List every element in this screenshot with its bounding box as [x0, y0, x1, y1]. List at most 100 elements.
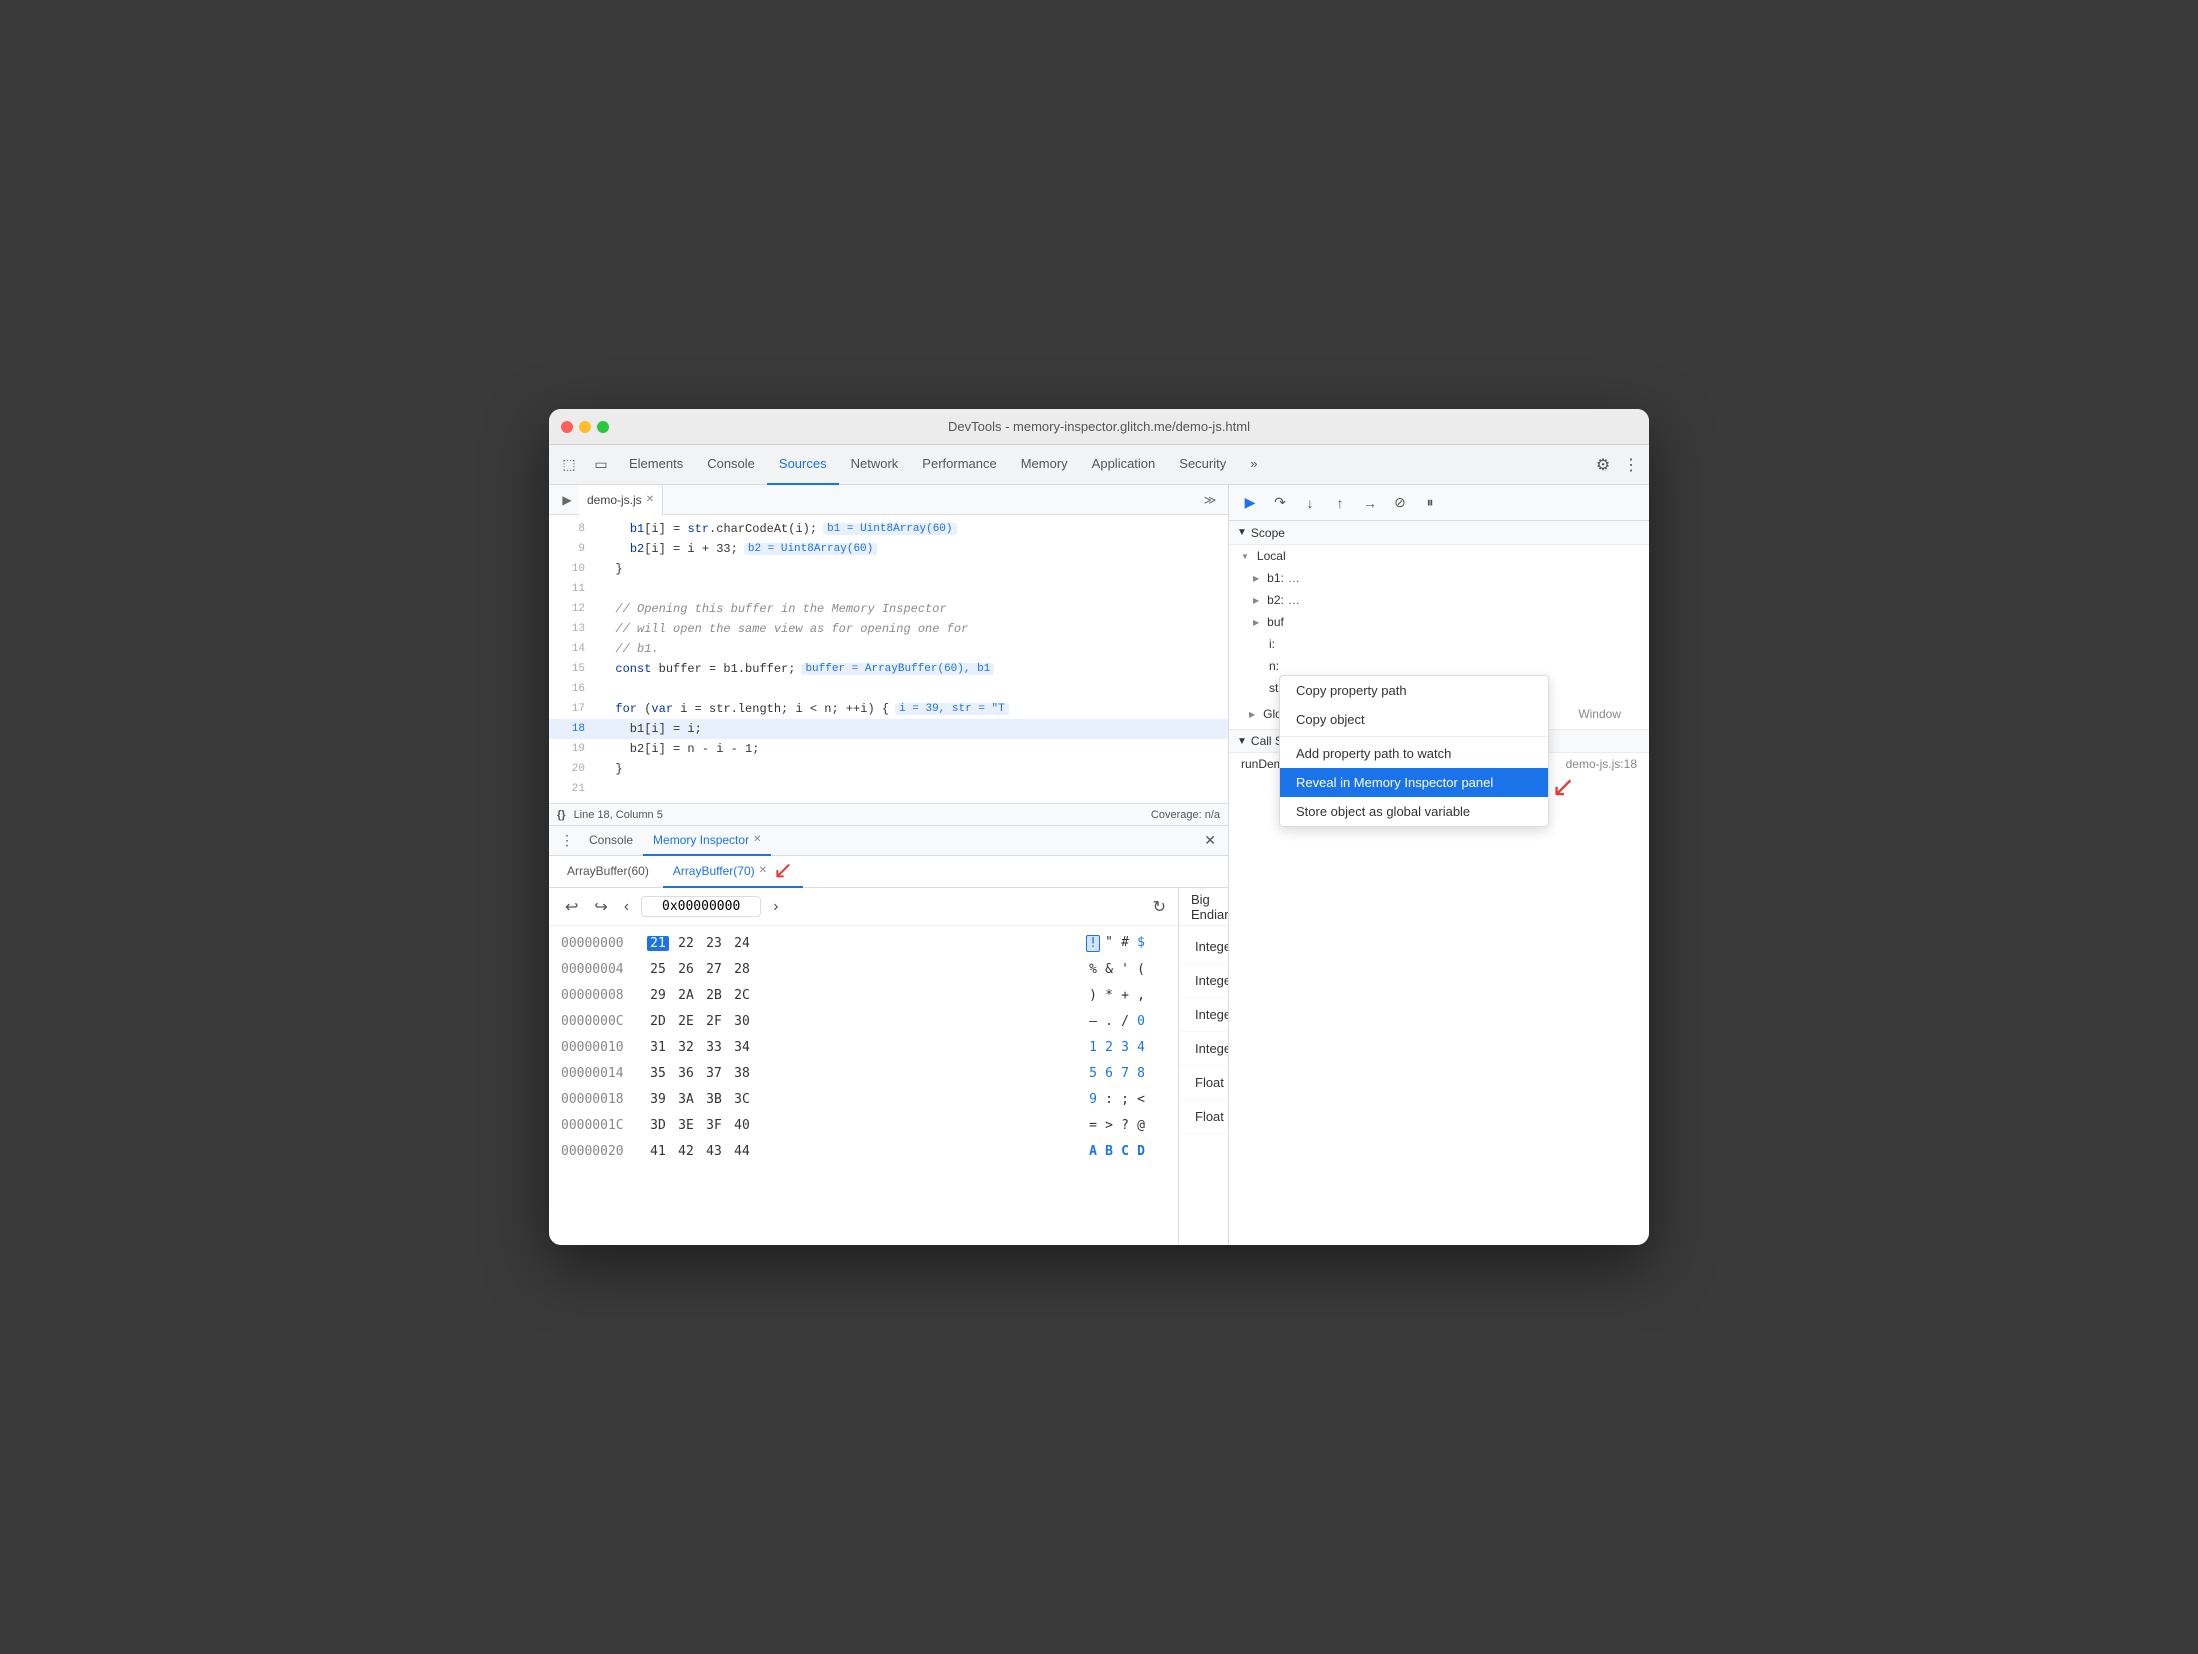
hex-byte-53[interactable]: 38: [731, 1066, 753, 1081]
close-button[interactable]: [561, 421, 573, 433]
hex-byte-10[interactable]: 25: [647, 962, 669, 977]
file-tab-demo-js[interactable]: demo-js.js ✕: [579, 485, 663, 515]
scope-header[interactable]: ▼ Scope: [1229, 521, 1649, 545]
hex-byte-33[interactable]: 30: [731, 1014, 753, 1029]
hex-byte-31[interactable]: 2E: [675, 1014, 697, 1029]
hex-byte-21[interactable]: 2A: [675, 988, 697, 1003]
scope-item-b2[interactable]: ▶ b2: …: [1229, 589, 1649, 611]
ctx-reveal-memory-inspector[interactable]: Reveal in Memory Inspector panel: [1280, 768, 1548, 797]
hex-byte-02[interactable]: 23: [703, 936, 725, 951]
pause-on-exceptions-icon[interactable]: ⏸: [1417, 490, 1443, 516]
hex-address-input[interactable]: [641, 896, 761, 917]
hex-chars-2: ) * + ,: [1086, 988, 1166, 1003]
step-over-icon[interactable]: ↷: [1267, 490, 1293, 516]
deactivate-breakpoints-icon[interactable]: ⊘: [1387, 490, 1413, 516]
hex-byte-23[interactable]: 2C: [731, 988, 753, 1003]
hex-byte-30[interactable]: 2D: [647, 1014, 669, 1029]
buffer-tab-1[interactable]: ArrayBuffer(70) ✕ ↙: [663, 856, 803, 888]
hex-back-icon[interactable]: ↩: [561, 895, 582, 919]
tab-memory-inspector[interactable]: Memory Inspector ✕: [643, 826, 771, 856]
file-tab-close-icon[interactable]: ✕: [646, 494, 654, 505]
hex-byte-11[interactable]: 26: [675, 962, 697, 977]
hex-byte-00[interactable]: 21: [647, 936, 669, 951]
hex-byte-22[interactable]: 2B: [703, 988, 725, 1003]
hex-byte-50[interactable]: 35: [647, 1066, 669, 1081]
hex-forward-icon[interactable]: ↪: [590, 895, 611, 919]
hex-addr-1: 00000004: [561, 962, 641, 977]
hex-byte-73[interactable]: 40: [731, 1118, 753, 1133]
scope-local-header[interactable]: ▼ Local: [1229, 545, 1649, 567]
hex-byte-32[interactable]: 2F: [703, 1014, 725, 1029]
hex-byte-52[interactable]: 37: [703, 1066, 725, 1081]
code-lines: 8 b1[i] = str.charCodeAt(i); b1 = Uint8A…: [549, 515, 1228, 803]
hex-byte-72[interactable]: 3F: [703, 1118, 725, 1133]
hex-byte-41[interactable]: 32: [675, 1040, 697, 1055]
hex-byte-60[interactable]: 39: [647, 1092, 669, 1107]
tab-performance[interactable]: Performance: [910, 445, 1008, 485]
hex-byte-13[interactable]: 28: [731, 962, 753, 977]
scope-item-buf[interactable]: ▶ buf: [1229, 611, 1649, 633]
step-out-icon[interactable]: ↑: [1327, 490, 1353, 516]
scope-item-i: i:: [1229, 633, 1649, 655]
hex-refresh-icon[interactable]: ↻: [1153, 897, 1166, 917]
maximize-button[interactable]: [597, 421, 609, 433]
tab-security[interactable]: Security: [1167, 445, 1238, 485]
hex-byte-61[interactable]: 3A: [675, 1092, 697, 1107]
hex-byte-62[interactable]: 3B: [703, 1092, 725, 1107]
hex-byte-03[interactable]: 24: [731, 936, 753, 951]
buffer-tab-close-icon[interactable]: ✕: [759, 865, 767, 876]
hex-byte-70[interactable]: 3D: [647, 1118, 669, 1133]
hex-byte-71[interactable]: 3E: [675, 1118, 697, 1133]
file-tree-icon[interactable]: ▶: [555, 488, 579, 512]
memory-inspector-tab-close-icon[interactable]: ✕: [753, 834, 761, 845]
tab-elements[interactable]: Elements: [617, 445, 695, 485]
hex-byte-80[interactable]: 41: [647, 1144, 669, 1159]
di-row-int8: Integer 8-bit dec ▾ 33: [1179, 930, 1228, 964]
hex-char-00: !: [1086, 935, 1100, 952]
step-icon[interactable]: →: [1357, 490, 1383, 516]
more-options-icon[interactable]: ⋮: [1617, 451, 1645, 479]
tab-more[interactable]: »: [1238, 445, 1269, 485]
tab-application[interactable]: Application: [1080, 445, 1168, 485]
hex-byte-83[interactable]: 44: [731, 1144, 753, 1159]
step-into-icon[interactable]: ↓: [1297, 490, 1323, 516]
hex-byte-42[interactable]: 33: [703, 1040, 725, 1055]
tab-memory[interactable]: Memory: [1009, 445, 1080, 485]
hex-byte-82[interactable]: 43: [703, 1144, 725, 1159]
hex-byte-63[interactable]: 3C: [731, 1092, 753, 1107]
tab-network[interactable]: Network: [839, 445, 911, 485]
bottom-panel-menu-icon[interactable]: ⋮: [555, 829, 579, 853]
pretty-print-icon[interactable]: {}: [557, 809, 566, 821]
scope-local-label: Local: [1257, 549, 1286, 563]
hex-char-72: ?: [1118, 1118, 1132, 1133]
hex-addr-4: 00000010: [561, 1040, 641, 1055]
tab-console[interactable]: Console: [695, 445, 767, 485]
hex-byte-40[interactable]: 31: [647, 1040, 669, 1055]
ctx-copy-property-path[interactable]: Copy property path: [1280, 676, 1548, 705]
mobile-icon[interactable]: ▭: [587, 451, 615, 479]
code-line-9: 9 b2[i] = i + 33; b2 = Uint8Array(60): [549, 539, 1228, 559]
ctx-add-to-watch[interactable]: Add property path to watch: [1280, 739, 1548, 768]
scope-item-b1[interactable]: ▶ b1: …: [1229, 567, 1649, 589]
resume-icon[interactable]: ▶: [1237, 490, 1263, 516]
hex-byte-81[interactable]: 42: [675, 1144, 697, 1159]
bottom-panel-close-icon[interactable]: ✕: [1198, 832, 1222, 849]
buffer-tab-0[interactable]: ArrayBuffer(60): [557, 856, 659, 888]
hex-next-icon[interactable]: ›: [769, 896, 782, 918]
hex-byte-43[interactable]: 34: [731, 1040, 753, 1055]
hex-byte-12[interactable]: 27: [703, 962, 725, 977]
settings-gear-icon[interactable]: ⚙: [1589, 451, 1617, 479]
hex-byte-01[interactable]: 22: [675, 936, 697, 951]
ctx-store-global[interactable]: Store object as global variable: [1280, 797, 1548, 826]
cursor-icon[interactable]: ⬚: [555, 451, 583, 479]
hex-prev-icon[interactable]: ‹: [620, 896, 633, 918]
tab-sources[interactable]: Sources: [767, 445, 839, 485]
minimize-button[interactable]: [579, 421, 591, 433]
ctx-copy-object[interactable]: Copy object: [1280, 705, 1548, 734]
hex-byte-20[interactable]: 29: [647, 988, 669, 1003]
hex-byte-51[interactable]: 36: [675, 1066, 697, 1081]
endian-select[interactable]: Big Endian ▾: [1191, 892, 1228, 922]
format-source-icon[interactable]: ≫: [1198, 488, 1222, 512]
hex-chars-6: 9 : ; <: [1086, 1092, 1166, 1107]
tab-console-bottom[interactable]: Console: [579, 826, 643, 856]
